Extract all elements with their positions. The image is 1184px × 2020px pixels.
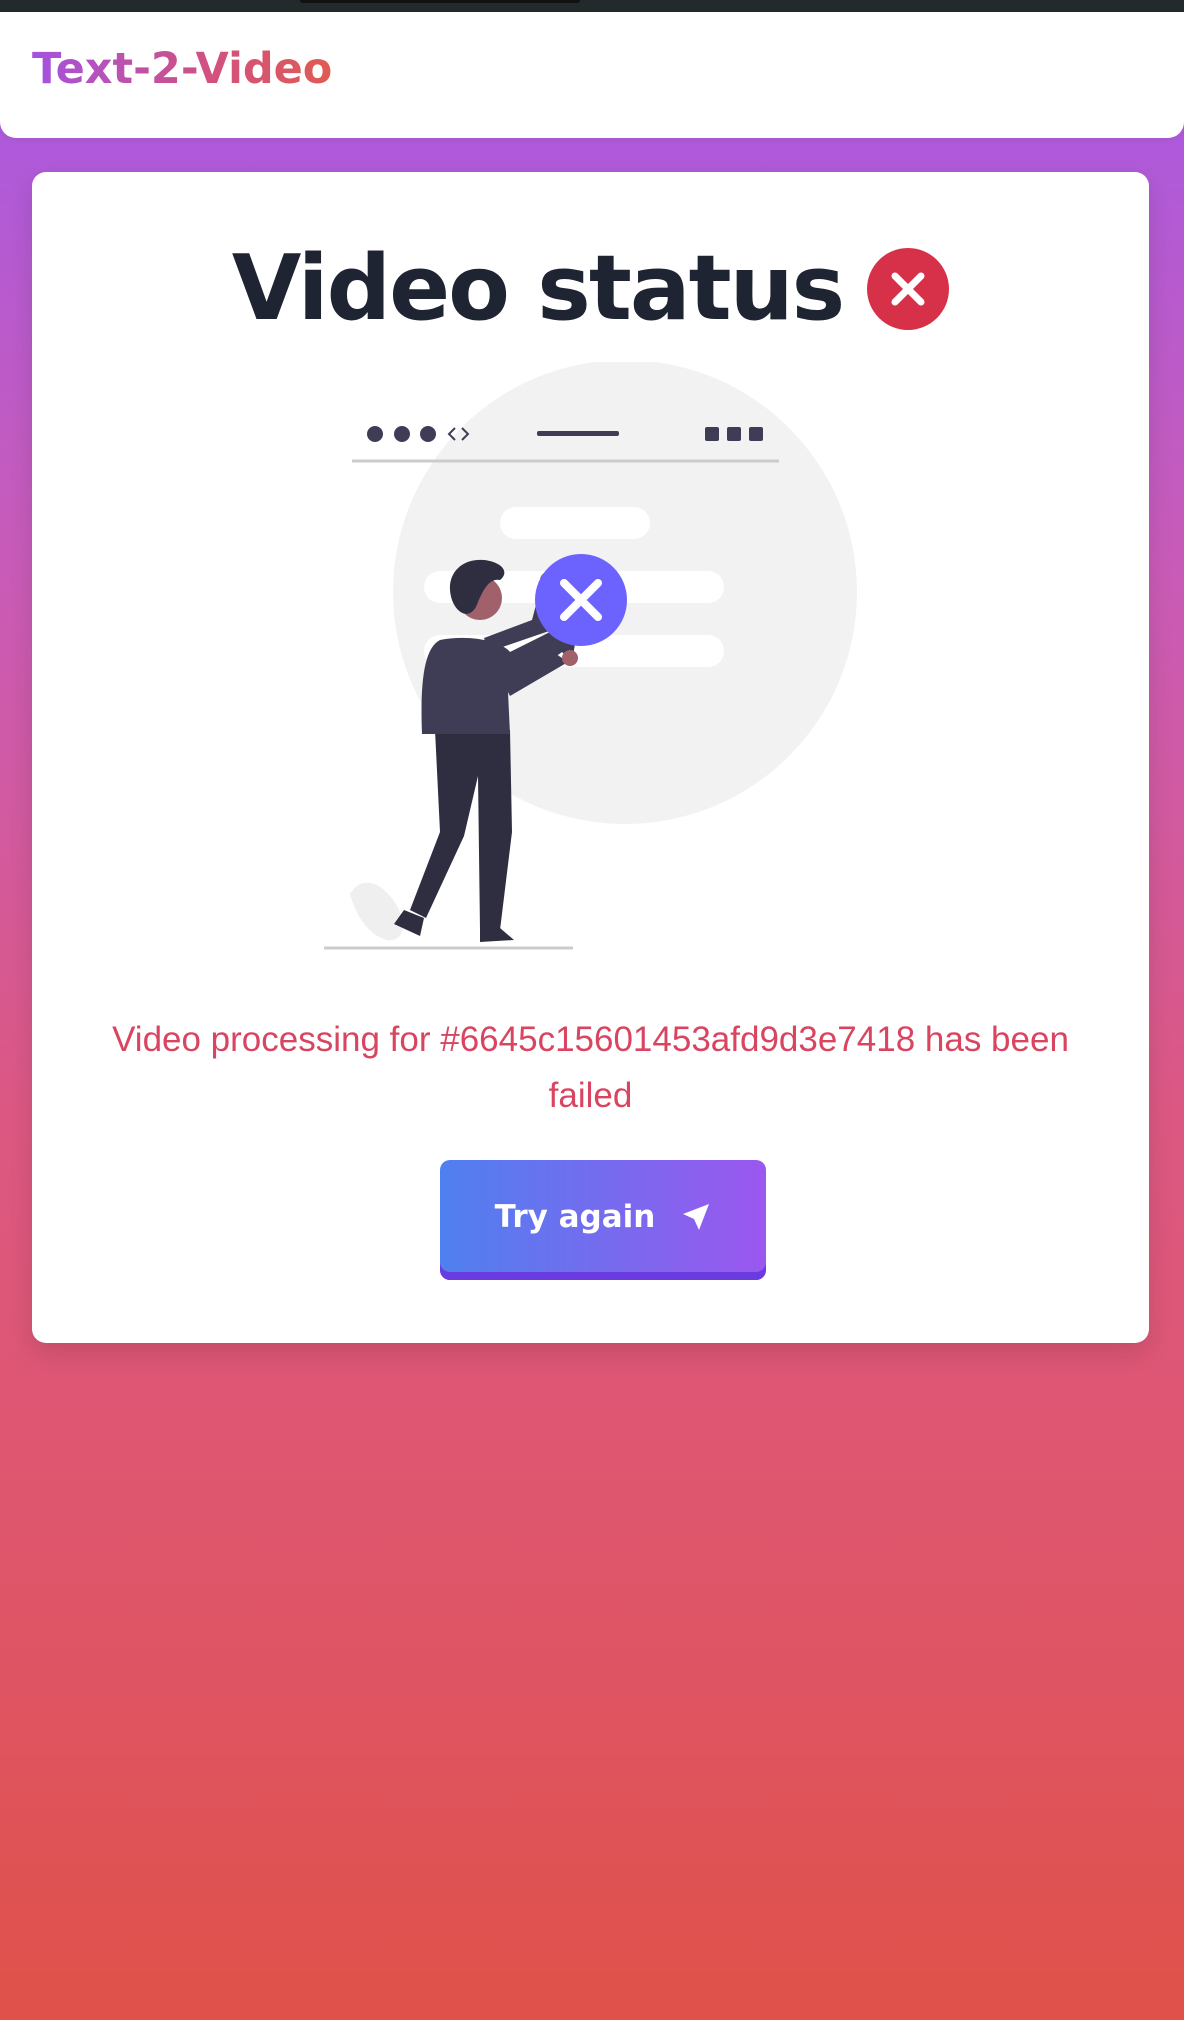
page-title: Video status xyxy=(231,236,846,341)
try-again-label: Try again xyxy=(494,1199,656,1235)
top-navbar: Text-2-Video xyxy=(0,12,1184,138)
text-line xyxy=(500,507,650,539)
failed-upload-illustration xyxy=(324,362,857,950)
send-arrow-icon xyxy=(683,1204,710,1230)
top-status-strip xyxy=(0,0,1184,12)
error-x-icon xyxy=(867,248,950,330)
brand-logo[interactable]: Text-2-Video xyxy=(32,48,332,91)
status-message: Video processing for #6645c15601453afd9d… xyxy=(112,1020,1069,1115)
title-row: Video status xyxy=(32,234,1149,344)
accent-x-circle xyxy=(535,554,627,646)
status-card: Video status Video processing for #6645c… xyxy=(32,172,1149,1343)
leaf-decoration xyxy=(350,882,403,941)
device-notch xyxy=(300,0,580,3)
try-again-button[interactable]: Try again xyxy=(440,1160,766,1280)
